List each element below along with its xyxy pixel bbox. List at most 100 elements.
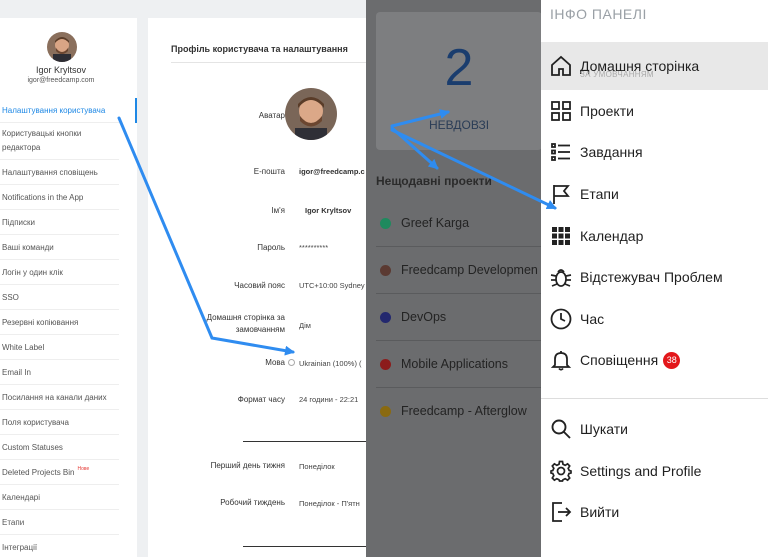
avatar-large[interactable]: [285, 88, 337, 140]
project-item[interactable]: Freedcamp - Afterglow: [380, 404, 527, 418]
email-field[interactable]: igor@freedcamp.c: [299, 167, 365, 176]
work-week-select[interactable]: Понеділок - П'ятн: [299, 499, 360, 508]
settings-menu-item-backups[interactable]: Резервні копіювання: [0, 310, 119, 335]
settings-menu-label: Custom Statuses: [2, 442, 63, 452]
nav-label: Шукати: [580, 421, 628, 437]
settings-menu-item-teams[interactable]: Ваші команди: [0, 235, 119, 260]
first-day-label: Перший день тижня: [210, 461, 285, 470]
timezone-label: Часовий пояс: [234, 281, 285, 290]
settings-menu-item-milestones[interactable]: Етапи: [0, 510, 119, 535]
nav-label: Settings and Profile: [580, 463, 702, 479]
divider: [376, 293, 542, 294]
search-icon: [550, 418, 572, 440]
settings-menu-label: Email In: [2, 367, 31, 377]
divider: [171, 62, 378, 63]
settings-menu-label: Посилання на канали даних: [2, 392, 107, 402]
nav-item-milestones[interactable]: Етапи: [541, 174, 768, 214]
profile-name: Igor Kryltsov: [35, 65, 86, 75]
language-label: Мова: [265, 358, 285, 367]
homepage-select[interactable]: Дім: [299, 321, 311, 330]
nav-item-calendar[interactable]: Календар: [541, 216, 768, 256]
settings-menu-item-user-fields[interactable]: Поля користувача: [0, 410, 119, 435]
project-color-dot: [380, 217, 391, 229]
language-label-wrap: Мова: [265, 358, 295, 367]
settings-menu-label: Резервні копіювання: [2, 317, 79, 327]
settings-menu-item-notification-settings[interactable]: Налаштування сповіщень: [0, 160, 119, 185]
name-field[interactable]: Igor Kryltsov: [305, 206, 351, 215]
nav-item-projects[interactable]: Проекти: [541, 91, 768, 131]
nav-label: Календар: [580, 228, 644, 244]
project-name: Mobile Applications: [401, 357, 509, 371]
settings-menu-label: Логін у один клік: [2, 267, 63, 277]
settings-menu-item-user-settings[interactable]: Налаштування користувача: [0, 98, 137, 123]
name-label: Ім'я: [271, 206, 285, 215]
settings-menu-item-sso[interactable]: SSO: [0, 285, 119, 310]
bug-icon: [550, 266, 572, 288]
nav-item-settings[interactable]: Settings and Profile: [541, 451, 768, 491]
recent-projects-title: Нещодавні проекти: [376, 174, 492, 188]
settings-menu-item-calendars[interactable]: Календарі: [0, 485, 119, 510]
settings-menu-item-email-in[interactable]: Email In: [0, 360, 119, 385]
divider: [243, 546, 378, 547]
nav-sublabel: ЗА УМОВЧАННЯМ: [580, 70, 654, 79]
timezone-select[interactable]: UTC+10:00 Sydney: [299, 281, 365, 290]
avatar[interactable]: [47, 32, 77, 62]
settings-menu-label: Deleted Projects Bin: [2, 467, 75, 477]
password-field[interactable]: **********: [299, 243, 328, 252]
divider: [376, 340, 542, 341]
settings-menu-label: Календарі: [2, 492, 40, 502]
dashboard-overlay: 2 НЕВДОВЗІ Нещодавні проекти Greef Karga…: [366, 0, 542, 557]
nav-label: Етапи: [580, 186, 619, 202]
settings-menu-item-integrations[interactable]: Інтеграції: [0, 535, 119, 557]
profile-settings-card: Профіль користувача та налаштування Ават…: [148, 18, 378, 557]
divider: [243, 441, 378, 442]
project-color-dot: [380, 311, 391, 323]
upcoming-count: 2: [444, 39, 474, 97]
settings-menu-label: Notifications in the App: [2, 192, 84, 202]
nav-label: Завдання: [580, 144, 643, 160]
nav-item-home[interactable]: Домашня сторінка ЗА УМОВЧАННЯМ: [541, 42, 768, 90]
settings-menu: Налаштування користувача Користувацькі к…: [0, 98, 137, 557]
upcoming-card[interactable]: 2 НЕВДОВЗІ: [376, 12, 542, 150]
nav-item-logout[interactable]: Вийти: [541, 492, 768, 532]
bell-icon: [550, 349, 572, 371]
settings-menu-label: SSO: [2, 292, 19, 302]
project-item[interactable]: Mobile Applications: [380, 357, 508, 371]
settings-menu-item-feed-links[interactable]: Посилання на канали даних: [0, 385, 119, 410]
project-item[interactable]: Freedcamp Developmen: [380, 263, 538, 277]
profile-email: igor@freedcamp.com: [27, 77, 95, 84]
password-label: Пароль: [257, 243, 285, 252]
settings-menu-item-white-label[interactable]: White Label: [0, 335, 119, 360]
nav-item-time[interactable]: Час: [541, 299, 768, 339]
nav-item-notifications[interactable]: Сповіщення 38: [541, 340, 768, 380]
settings-menu-item-custom-statuses[interactable]: Custom Statuses: [0, 435, 119, 460]
flag-icon: [550, 183, 572, 205]
email-label: E-пошта: [253, 167, 285, 176]
language-select[interactable]: Ukrainian (100%) (: [299, 359, 362, 368]
nav-item-issue-tracker[interactable]: Відстежувач Проблем: [541, 257, 768, 297]
settings-menu-label: Підписки: [2, 217, 35, 227]
nav-label: Час: [580, 311, 605, 327]
first-day-select[interactable]: Понеділок: [299, 462, 335, 471]
project-name: Freedcamp - Afterglow: [401, 404, 527, 418]
nav-label: Сповіщення: [580, 352, 659, 368]
settings-menu-label: Налаштування користувача: [2, 105, 106, 115]
nav-header: ІНФО ПАНЕЛІ: [550, 6, 647, 22]
settings-menu-item-editor-buttons[interactable]: Користувацькі кнопки редактора: [0, 123, 119, 160]
settings-menu-label: Поля користувача: [2, 417, 70, 427]
project-item[interactable]: Greef Karga: [380, 216, 469, 230]
settings-menu-label: Інтеграції: [2, 542, 38, 552]
nav-item-tasks[interactable]: Завдання: [541, 132, 768, 172]
info-icon[interactable]: [288, 359, 295, 367]
settings-menu-item-app-notifications[interactable]: Notifications in the App: [0, 185, 119, 210]
logout-icon: [550, 501, 572, 523]
nav-item-search[interactable]: Шукати: [541, 409, 768, 449]
settings-menu-item-deleted-projects[interactable]: Deleted Projects Bin Нове: [0, 460, 119, 485]
time-format-select[interactable]: 24 години - 22:21: [299, 395, 358, 404]
nav-label: Вийти: [580, 504, 620, 520]
calendar-grid-icon: [550, 225, 572, 247]
settings-menu-item-subscriptions[interactable]: Підписки: [0, 210, 119, 235]
nav-label: Відстежувач Проблем: [580, 269, 723, 285]
project-item[interactable]: DevOps: [380, 310, 446, 324]
settings-menu-item-one-click-login[interactable]: Логін у один клік: [0, 260, 119, 285]
